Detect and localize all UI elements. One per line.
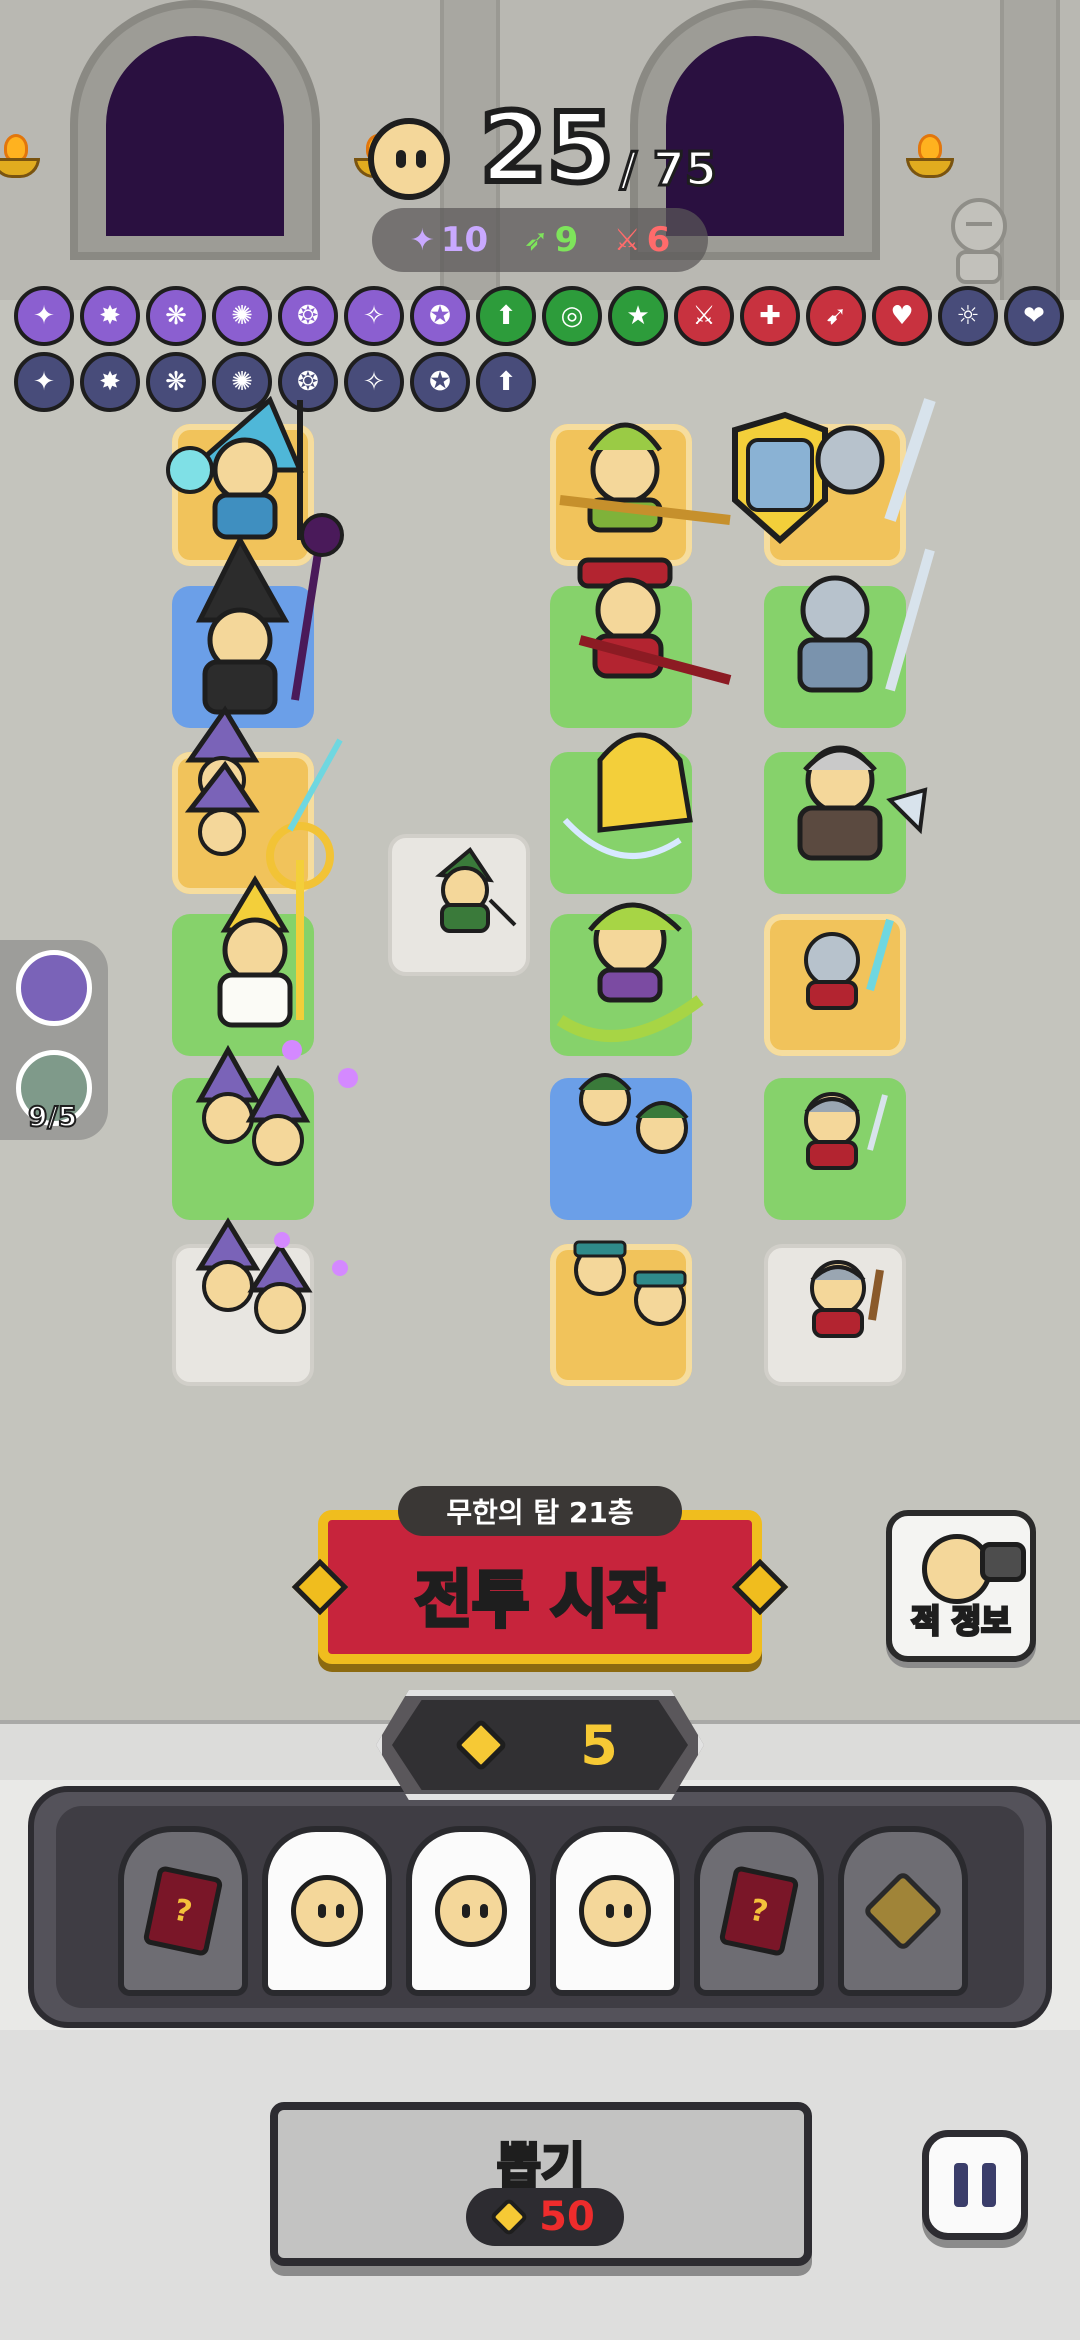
- draw-cost: 50: [539, 2194, 595, 2240]
- unit-tile[interactable]: [172, 1078, 314, 1220]
- draw-label: 뽑기: [495, 2137, 586, 2196]
- unit-tile[interactable]: [388, 834, 530, 976]
- bench-slot-mystery[interactable]: ?: [118, 1826, 248, 1996]
- money-icon[interactable]: ✪: [410, 352, 470, 412]
- battle-start-label: 전투 시작: [413, 1561, 667, 1638]
- sword-slash-icon[interactable]: ➹: [806, 286, 866, 346]
- unit-tile[interactable]: [550, 1244, 692, 1386]
- bench-slot-gold[interactable]: [838, 1826, 968, 1996]
- pause-button[interactable]: [922, 2130, 1028, 2240]
- unit-tile[interactable]: [172, 752, 314, 894]
- target-icon[interactable]: ◎: [542, 286, 602, 346]
- unit-face-icon: [291, 1875, 363, 1947]
- castle-arch-left: [70, 0, 320, 260]
- magic-stat: ✦ 10: [410, 220, 488, 260]
- unit-tile[interactable]: [172, 1244, 314, 1386]
- synergy-mage-icon[interactable]: [16, 950, 92, 1026]
- bench-slot-unit[interactable]: [262, 1826, 392, 1996]
- unit-tile[interactable]: [764, 1078, 906, 1220]
- potion-altar-icon[interactable]: ✧: [344, 352, 404, 412]
- knight-statue-icon: [951, 198, 1007, 284]
- bow-icon: ➶: [523, 222, 549, 258]
- unit-tile[interactable]: [550, 914, 692, 1056]
- unit-face-icon: [579, 1875, 651, 1947]
- potion-icon[interactable]: ✧: [344, 286, 404, 346]
- sword-knight-icon[interactable]: ⚔: [674, 286, 734, 346]
- unit-tile[interactable]: [172, 914, 314, 1056]
- draw-cost-pill: 50: [466, 2188, 624, 2246]
- bench-slot-unit[interactable]: [550, 1826, 680, 1996]
- unit-tile[interactable]: [764, 914, 906, 1056]
- draw-button[interactable]: 뽑기 50: [270, 2102, 812, 2266]
- unit-tile[interactable]: [550, 1078, 692, 1220]
- purple-gem-icon[interactable]: ✪: [410, 286, 470, 346]
- bench-slot-unit[interactable]: [406, 1826, 536, 1996]
- sword-icon: ⚔: [613, 222, 641, 258]
- melee-stat: ⚔ 6: [614, 220, 671, 260]
- gold-gem-icon: [861, 1869, 945, 1953]
- arrow-up-icon[interactable]: ⬆: [476, 286, 536, 346]
- unit-tile[interactable]: [550, 424, 692, 566]
- pause-icon: [954, 2163, 968, 2207]
- unit-face-icon: [368, 118, 450, 200]
- unit-count: 25: [477, 92, 617, 204]
- unit-tile[interactable]: [764, 1244, 906, 1386]
- ranged-stat: ➶ 9: [524, 220, 579, 260]
- enemy-info-button[interactable]: 적 정보: [886, 1510, 1036, 1662]
- unit-face-icon: [435, 1875, 507, 1947]
- mystery-card-icon: ?: [718, 1865, 800, 1957]
- enemy-info-label: 적 정보: [910, 1601, 1012, 1642]
- army-icon[interactable]: ✸: [80, 352, 140, 412]
- wand-icon: ✦: [409, 222, 435, 258]
- buff-row-1: ✦ ✸ ❋ ✺ ❂ ✧ ✪ ⬆ ◎ ★ ⚔ ✚ ➹ ♥ ☼ ❤: [14, 286, 1064, 346]
- magic-missile-icon[interactable]: ✦: [14, 286, 74, 346]
- spider-swarm-icon[interactable]: ✺: [212, 286, 272, 346]
- tower-floor-tag: 무한의 탑 21층: [398, 1486, 682, 1536]
- gold-gem-icon: [454, 1718, 509, 1772]
- priest-icon[interactable]: ☼: [938, 286, 998, 346]
- heart-up-icon[interactable]: ❤: [1004, 286, 1064, 346]
- unit-tile[interactable]: [764, 424, 906, 566]
- mystery-card-icon: ?: [142, 1865, 224, 1957]
- unit-tile[interactable]: [764, 752, 906, 894]
- crit-icon[interactable]: ★: [608, 286, 668, 346]
- torch-icon: [0, 134, 44, 180]
- torch-icon: [902, 134, 958, 180]
- heal-icon[interactable]: ♥: [872, 286, 932, 346]
- ice-tornado-icon[interactable]: ❂: [278, 286, 338, 346]
- fire-orb-icon[interactable]: ✸: [80, 286, 140, 346]
- magic-count: 10: [440, 220, 489, 260]
- warrior-icon[interactable]: ✚: [740, 286, 800, 346]
- gold-gem-icon: [489, 2197, 529, 2237]
- unit-max: / 75: [619, 142, 719, 196]
- gold-amount: 5: [580, 1713, 618, 1777]
- melee-count: 6: [646, 220, 671, 260]
- bench-slot-mystery[interactable]: ?: [694, 1826, 824, 1996]
- buff-row-2: ✦ ✸ ❋ ✺ ❂ ✧ ✪ ⬆: [14, 352, 536, 412]
- ranged-count: 9: [554, 220, 579, 260]
- unit-tile[interactable]: [550, 586, 692, 728]
- crowd-icon[interactable]: ✦: [14, 352, 74, 412]
- gold-counter: 5: [392, 1700, 688, 1790]
- unit-tile[interactable]: [550, 752, 692, 894]
- unit-tile[interactable]: [764, 586, 906, 728]
- unit-tile[interactable]: [172, 424, 314, 566]
- burst-icon[interactable]: ❋: [146, 352, 206, 412]
- side-counter: 9/5: [27, 1099, 78, 1134]
- unit-tile[interactable]: [172, 586, 314, 728]
- goblin-target-icon[interactable]: ❂: [278, 352, 338, 412]
- class-stats-pill: ✦ 10 ➶ 9 ⚔ 6: [372, 208, 708, 272]
- treasure-chest-icon[interactable]: ⬆: [476, 352, 536, 412]
- crystal-icon[interactable]: ✺: [212, 352, 272, 412]
- spyglass-icon: [980, 1542, 1026, 1582]
- tornado-icon[interactable]: ❋: [146, 286, 206, 346]
